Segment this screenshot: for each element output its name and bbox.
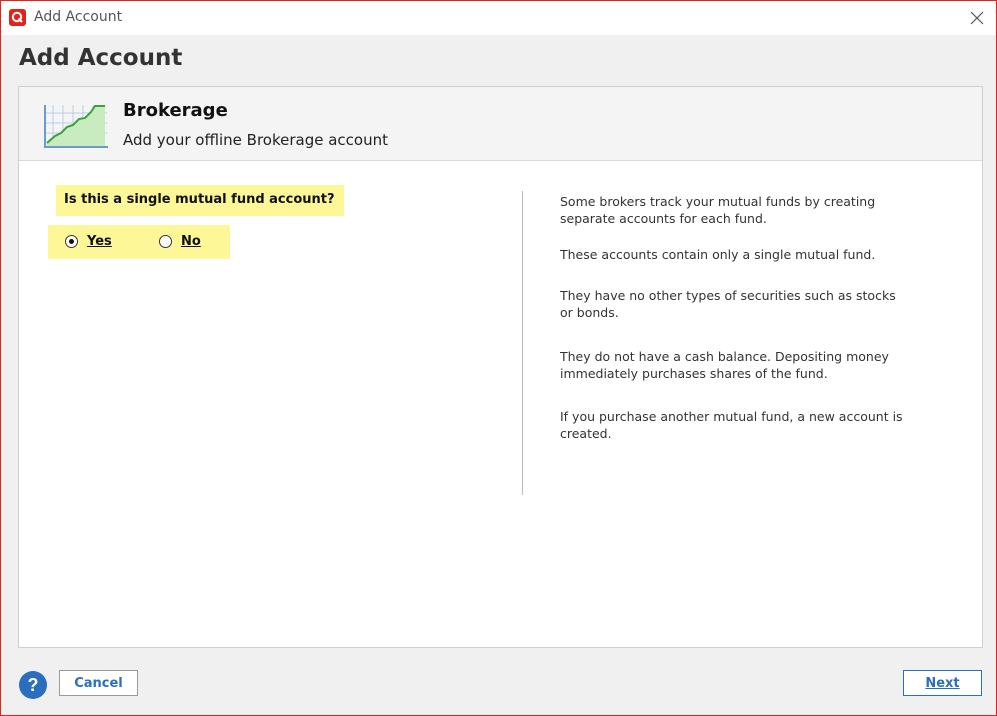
- mutual-fund-question: Is this a single mutual fund account?: [56, 185, 344, 216]
- account-type-name: Brokerage: [123, 100, 228, 121]
- radio-no-indicator: [159, 235, 172, 248]
- radio-yes[interactable]: Yes: [65, 234, 112, 249]
- quicken-logo-icon: [9, 9, 26, 26]
- next-button[interactable]: Next: [903, 670, 982, 696]
- next-button-label: Next: [925, 675, 960, 691]
- info-paragraph: They have no other types of securities s…: [560, 288, 896, 320]
- info-paragraph: Some brokers track your mutual funds by …: [560, 194, 876, 226]
- info-paragraph: If you purchase another mutual fund, a n…: [560, 409, 903, 441]
- radio-yes-indicator: [65, 235, 78, 248]
- vertical-divider: [522, 191, 523, 495]
- cancel-button[interactable]: Cancel: [59, 670, 138, 696]
- account-type-description: Add your offline Brokerage account: [123, 131, 388, 149]
- content-panel: Brokerage Add your offline Brokerage acc…: [18, 86, 983, 648]
- window-title: Add Account: [34, 9, 123, 25]
- page-title: Add Account: [19, 45, 183, 71]
- info-text: Some brokers track your mutual funds by …: [560, 193, 910, 442]
- close-button[interactable]: [964, 6, 990, 30]
- help-button[interactable]: ?: [19, 671, 47, 699]
- account-type-header: Brokerage Add your offline Brokerage acc…: [19, 87, 982, 161]
- info-paragraph: These accounts contain only a single mut…: [560, 247, 876, 262]
- title-bar: Add Account: [1, 1, 996, 35]
- add-account-window: Add Account Add Account Brokerage Add yo…: [0, 0, 997, 716]
- radio-yes-label: Yes: [87, 234, 112, 249]
- radio-no-label: No: [181, 234, 201, 249]
- info-paragraph: They do not have a cash balance. Deposit…: [560, 349, 889, 381]
- close-icon: [970, 11, 984, 25]
- chart-icon: [44, 105, 108, 148]
- radio-no[interactable]: No: [159, 234, 201, 249]
- mutual-fund-radio-group: Yes No: [48, 225, 230, 259]
